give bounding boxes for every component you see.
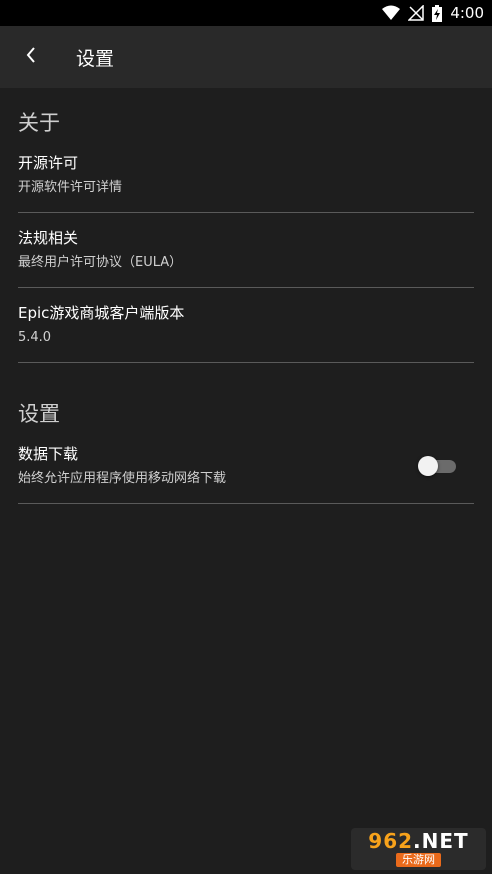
data-download-toggle[interactable]	[418, 454, 458, 478]
watermark-logo: 962.NET 乐游网	[351, 828, 486, 870]
legal-item[interactable]: 法规相关 最终用户许可协议（EULA）	[18, 213, 474, 288]
battery-charging-icon	[432, 4, 443, 22]
item-title: Epic游戏商城客户端版本	[18, 304, 185, 322]
status-bar: 4:00	[0, 0, 492, 26]
wifi-icon	[382, 5, 401, 21]
watermark-number: 962	[368, 829, 414, 853]
item-subtitle: 最终用户许可协议（EULA）	[18, 255, 183, 270]
section-header-settings: 设置	[18, 402, 60, 426]
watermark-text: 乐游网	[396, 853, 441, 867]
item-subtitle: 5.4.0	[18, 330, 52, 345]
item-title: 数据下载	[18, 445, 79, 463]
settings-content: 关于 开源许可 开源软件许可详情 法规相关 最终用户许可协议（EULA） Epi…	[0, 88, 492, 504]
license-item[interactable]: 开源许可 开源软件许可详情	[18, 138, 474, 213]
version-item[interactable]: Epic游戏商城客户端版本 5.4.0	[18, 288, 474, 363]
item-title: 法规相关	[18, 229, 79, 247]
toggle-thumb	[418, 456, 438, 476]
watermark-suffix: .NET	[413, 829, 469, 853]
item-subtitle: 始终允许应用程序使用移动网络下载	[18, 471, 227, 486]
back-button[interactable]	[0, 26, 62, 88]
status-time: 4:00	[450, 4, 484, 22]
section-header-about: 关于	[18, 111, 60, 135]
data-download-item[interactable]: 数据下载 始终允许应用程序使用移动网络下载	[18, 429, 474, 504]
no-signal-icon	[408, 5, 425, 21]
item-title: 开源许可	[18, 154, 79, 172]
item-subtitle: 开源软件许可详情	[18, 180, 123, 195]
chevron-left-icon	[25, 46, 37, 68]
app-bar: 设置	[0, 26, 492, 88]
page-title: 设置	[76, 47, 115, 70]
